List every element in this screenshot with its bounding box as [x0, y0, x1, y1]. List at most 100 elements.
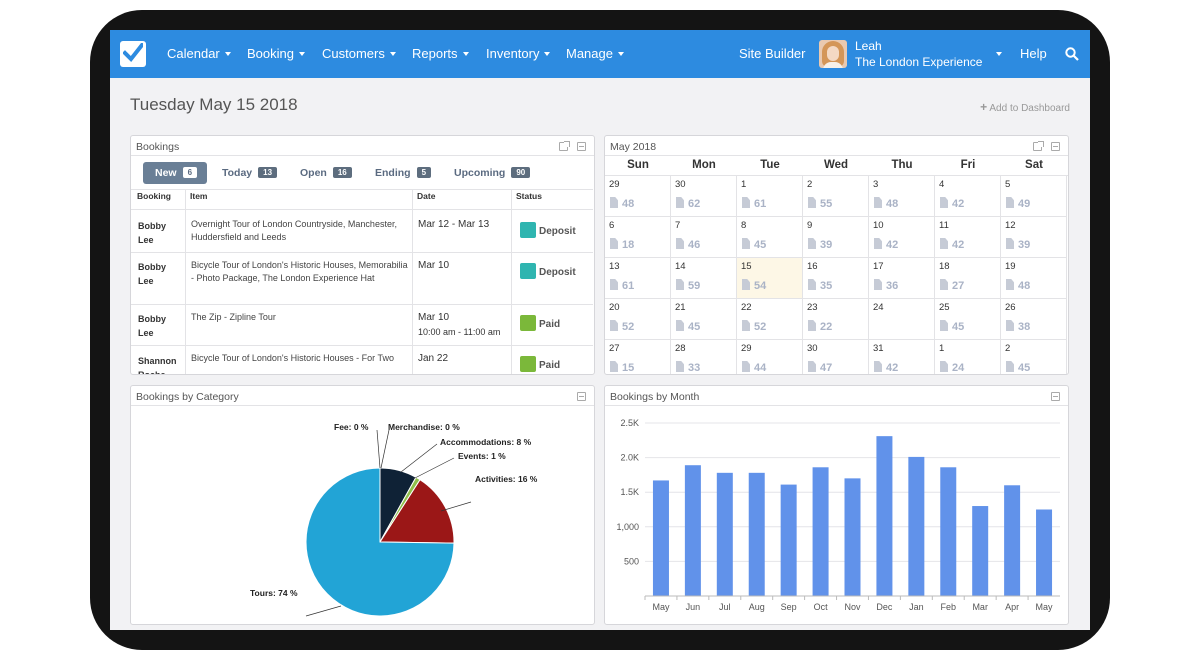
calendar-booking-count[interactable]: 54	[742, 279, 766, 292]
calendar-booking-count[interactable]: 35	[808, 279, 832, 292]
tab-ending[interactable]: Ending 5	[375, 162, 432, 184]
calendar-booking-count[interactable]: 45	[940, 320, 964, 333]
calendar-booking-count[interactable]: 42	[874, 238, 898, 251]
calendar-day[interactable]: 2 55	[803, 176, 869, 217]
tab-today[interactable]: Today 13	[222, 162, 278, 184]
bar-feb[interactable]	[940, 467, 957, 596]
bar-nov[interactable]	[844, 478, 861, 596]
column-header-status[interactable]: Status	[516, 191, 542, 201]
calendar-day[interactable]: 26 38	[1001, 299, 1067, 340]
calendar-booking-count[interactable]: 62	[676, 197, 700, 210]
calendar-day[interactable]: 29 48	[605, 176, 671, 217]
calendar-day[interactable]: 21 45	[671, 299, 737, 340]
calendar-booking-count[interactable]: 18	[610, 238, 634, 251]
search-icon[interactable]	[1065, 47, 1079, 61]
bar-mar[interactable]	[972, 506, 989, 596]
column-header-booking[interactable]: Booking	[137, 191, 171, 201]
calendar-day[interactable]: 30 62	[671, 176, 737, 217]
calendar-day[interactable]: 22 52	[737, 299, 803, 340]
booking-customer[interactable]: Bobby Lee	[138, 312, 183, 340]
calendar-booking-count[interactable]: 33	[676, 361, 700, 374]
calendar-day[interactable]: 28 33	[671, 340, 737, 374]
calendar-day[interactable]: 27 15	[605, 340, 671, 374]
calendar-day[interactable]: 8 45	[737, 217, 803, 258]
calendar-day[interactable]: 14 59	[671, 258, 737, 299]
calendar-booking-count[interactable]: 45	[676, 320, 700, 333]
calendar-booking-count[interactable]: 47	[808, 361, 832, 374]
calendar-day[interactable]: 18 27	[935, 258, 1001, 299]
calendar-day[interactable]: 24	[869, 299, 935, 340]
calendar-day[interactable]: 2 45	[1001, 340, 1067, 374]
nav-calendar[interactable]: Calendar	[167, 46, 231, 61]
user-menu-chevron-icon[interactable]	[996, 52, 1002, 56]
bar-sep[interactable]	[780, 484, 797, 596]
calendar-day[interactable]: 12 39	[1001, 217, 1067, 258]
external-link-icon[interactable]	[559, 141, 570, 151]
calendar-day[interactable]: 17 36	[869, 258, 935, 299]
calendar-booking-count[interactable]: 45	[1006, 361, 1030, 374]
minimize-icon[interactable]	[1051, 142, 1060, 151]
calendar-booking-count[interactable]: 15	[610, 361, 634, 374]
calendar-day[interactable]: 11 42	[935, 217, 1001, 258]
booking-customer[interactable]: Bobby Lee	[138, 260, 183, 288]
tab-upcoming[interactable]: Upcoming 90	[454, 162, 531, 184]
calendar-day[interactable]: 31 42	[869, 340, 935, 374]
nav-booking[interactable]: Booking	[247, 46, 305, 61]
calendar-booking-count[interactable]: 61	[742, 197, 766, 210]
help-link[interactable]: Help	[1020, 46, 1047, 61]
calendar-day[interactable]: 1 24	[935, 340, 1001, 374]
minimize-icon[interactable]	[577, 392, 586, 401]
bar-dec[interactable]	[876, 436, 893, 596]
booking-customer[interactable]: Bobby Lee	[138, 219, 183, 247]
calendar-booking-count[interactable]: 22	[808, 320, 832, 333]
calendar-day[interactable]: 25 45	[935, 299, 1001, 340]
add-to-dashboard-button[interactable]: + Add to Dashboard	[980, 100, 1070, 114]
calendar-booking-count[interactable]: 36	[874, 279, 898, 292]
calendar-booking-count[interactable]: 48	[874, 197, 898, 210]
bar-may[interactable]	[1036, 509, 1053, 597]
avatar[interactable]	[819, 40, 847, 68]
calendar-booking-count[interactable]: 48	[1006, 279, 1030, 292]
calendar-booking-count[interactable]: 48	[610, 197, 634, 210]
calendar-booking-count[interactable]: 42	[940, 238, 964, 251]
calendar-day[interactable]: 1 61	[737, 176, 803, 217]
bar-apr[interactable]	[1004, 485, 1021, 596]
column-header-date[interactable]: Date	[417, 191, 435, 201]
app-logo[interactable]	[120, 41, 146, 67]
bar-jan[interactable]	[908, 456, 925, 596]
external-link-icon[interactable]	[1033, 141, 1044, 151]
bar-aug[interactable]	[748, 472, 765, 596]
calendar-day[interactable]: 19 48	[1001, 258, 1067, 299]
calendar-booking-count[interactable]: 49	[1006, 197, 1030, 210]
calendar-booking-count[interactable]: 42	[874, 361, 898, 374]
calendar-day[interactable]: 20 52	[605, 299, 671, 340]
calendar-day[interactable]: 9 39	[803, 217, 869, 258]
tab-new[interactable]: New 6	[143, 162, 208, 184]
calendar-booking-count[interactable]: 24	[940, 361, 964, 374]
calendar-booking-count[interactable]: 27	[940, 279, 964, 292]
nav-reports[interactable]: Reports	[412, 46, 469, 61]
calendar-booking-count[interactable]: 59	[676, 279, 700, 292]
site-builder-link[interactable]: Site Builder	[739, 46, 805, 61]
tab-open[interactable]: Open 16	[300, 162, 352, 184]
calendar-day[interactable]: 7 46	[671, 217, 737, 258]
calendar-day[interactable]: 10 42	[869, 217, 935, 258]
booking-customer[interactable]: Shannon Roche	[138, 354, 183, 374]
calendar-booking-count[interactable]: 52	[742, 320, 766, 333]
bar-may[interactable]	[652, 480, 669, 596]
calendar-booking-count[interactable]: 46	[676, 238, 700, 251]
nav-manage[interactable]: Manage	[566, 46, 624, 61]
calendar-booking-count[interactable]: 61	[610, 279, 634, 292]
calendar-day[interactable]: 29 44	[737, 340, 803, 374]
calendar-day-today[interactable]: 15 54	[737, 258, 803, 299]
calendar-day[interactable]: 30 47	[803, 340, 869, 374]
minimize-icon[interactable]	[577, 142, 586, 151]
calendar-day[interactable]: 23 22	[803, 299, 869, 340]
calendar-day[interactable]: 13 61	[605, 258, 671, 299]
column-header-item[interactable]: Item	[190, 191, 207, 201]
nav-inventory[interactable]: Inventory	[486, 46, 551, 61]
calendar-booking-count[interactable]: 39	[808, 238, 832, 251]
calendar-booking-count[interactable]: 52	[610, 320, 634, 333]
bar-jul[interactable]	[716, 472, 733, 596]
calendar-booking-count[interactable]: 45	[742, 238, 766, 251]
